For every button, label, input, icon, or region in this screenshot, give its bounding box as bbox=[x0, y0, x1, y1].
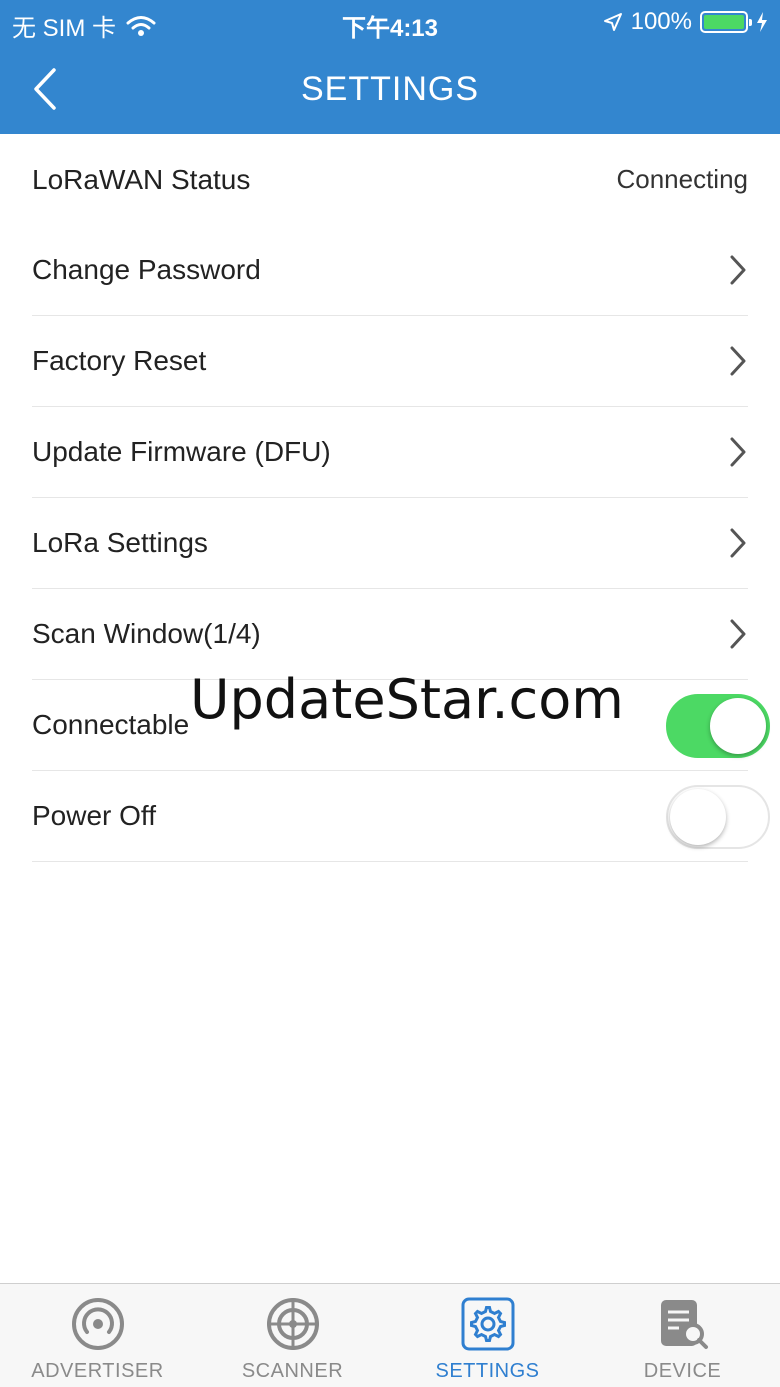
broadcast-icon bbox=[71, 1298, 124, 1350]
tab-device[interactable]: DEVICE bbox=[585, 1284, 780, 1387]
lorawan-status-value: Connecting bbox=[616, 164, 748, 194]
battery-percent: 100% bbox=[630, 8, 692, 35]
settings-item-change-password[interactable]: Change Password bbox=[32, 225, 748, 316]
tab-device-label: DEVICE bbox=[643, 1360, 722, 1382]
update-firmware-label: Update Firmware (DFU) bbox=[32, 436, 331, 467]
toggle-knob bbox=[710, 698, 766, 754]
settings-item-scan-window[interactable]: Scan Window(1/4) bbox=[32, 589, 748, 680]
chevron-right-icon bbox=[730, 255, 746, 285]
tab-advertiser-label: ADVERTISER bbox=[31, 1360, 164, 1382]
lora-settings-label: LoRa Settings bbox=[32, 527, 208, 558]
toggle-knob bbox=[670, 789, 726, 845]
settings-item-factory-reset[interactable]: Factory Reset bbox=[32, 316, 748, 407]
top-bar: 无 SIM 卡 下午4:13 100% SETTINGS bbox=[0, 0, 780, 134]
factory-reset-label: Factory Reset bbox=[32, 345, 207, 376]
connectable-label: Connectable bbox=[32, 709, 190, 740]
tab-settings-label: SETTINGS bbox=[435, 1360, 540, 1382]
location-arrow-icon bbox=[603, 13, 622, 31]
power-off-label: Power Off bbox=[32, 800, 156, 831]
watermark: UpdateStar.com bbox=[190, 668, 624, 731]
chevron-right-icon bbox=[730, 346, 746, 376]
power-off-toggle[interactable] bbox=[666, 785, 770, 849]
page-title: SETTINGS bbox=[300, 70, 480, 108]
status-right: 100% bbox=[603, 8, 768, 36]
connectable-toggle[interactable] bbox=[666, 694, 770, 758]
charging-bolt-icon bbox=[757, 12, 767, 32]
change-password-label: Change Password bbox=[32, 254, 261, 285]
chevron-right-icon bbox=[730, 528, 746, 558]
settings-list: LoRaWAN Status Connecting Change Passwor… bbox=[0, 134, 780, 862]
lorawan-status-row: LoRaWAN Status Connecting bbox=[32, 134, 748, 225]
scan-window-label: Scan Window(1/4) bbox=[32, 618, 261, 649]
tab-advertiser[interactable]: ADVERTISER bbox=[0, 1284, 195, 1387]
navigation-bar: SETTINGS bbox=[0, 44, 780, 134]
settings-item-lora-settings[interactable]: LoRa Settings bbox=[32, 498, 748, 589]
gear-icon bbox=[461, 1297, 514, 1351]
chevron-right-icon bbox=[730, 619, 746, 649]
battery-icon bbox=[700, 11, 752, 33]
settings-item-power-off: Power Off bbox=[32, 771, 770, 862]
tab-scanner-label: SCANNER bbox=[241, 1360, 344, 1382]
chevron-right-icon bbox=[730, 437, 746, 467]
settings-item-update-firmware[interactable]: Update Firmware (DFU) bbox=[32, 407, 748, 498]
tab-settings[interactable]: SETTINGS bbox=[390, 1284, 585, 1387]
lorawan-status-label: LoRaWAN Status bbox=[32, 163, 251, 195]
status-bar: 无 SIM 卡 下午4:13 100% bbox=[0, 0, 780, 44]
device-search-icon bbox=[660, 1300, 708, 1349]
tab-scanner[interactable]: SCANNER bbox=[195, 1284, 390, 1387]
target-icon bbox=[266, 1298, 319, 1350]
tab-bar: ADVERTISER SCANNER SETTINGS DEVICE bbox=[0, 1283, 780, 1387]
